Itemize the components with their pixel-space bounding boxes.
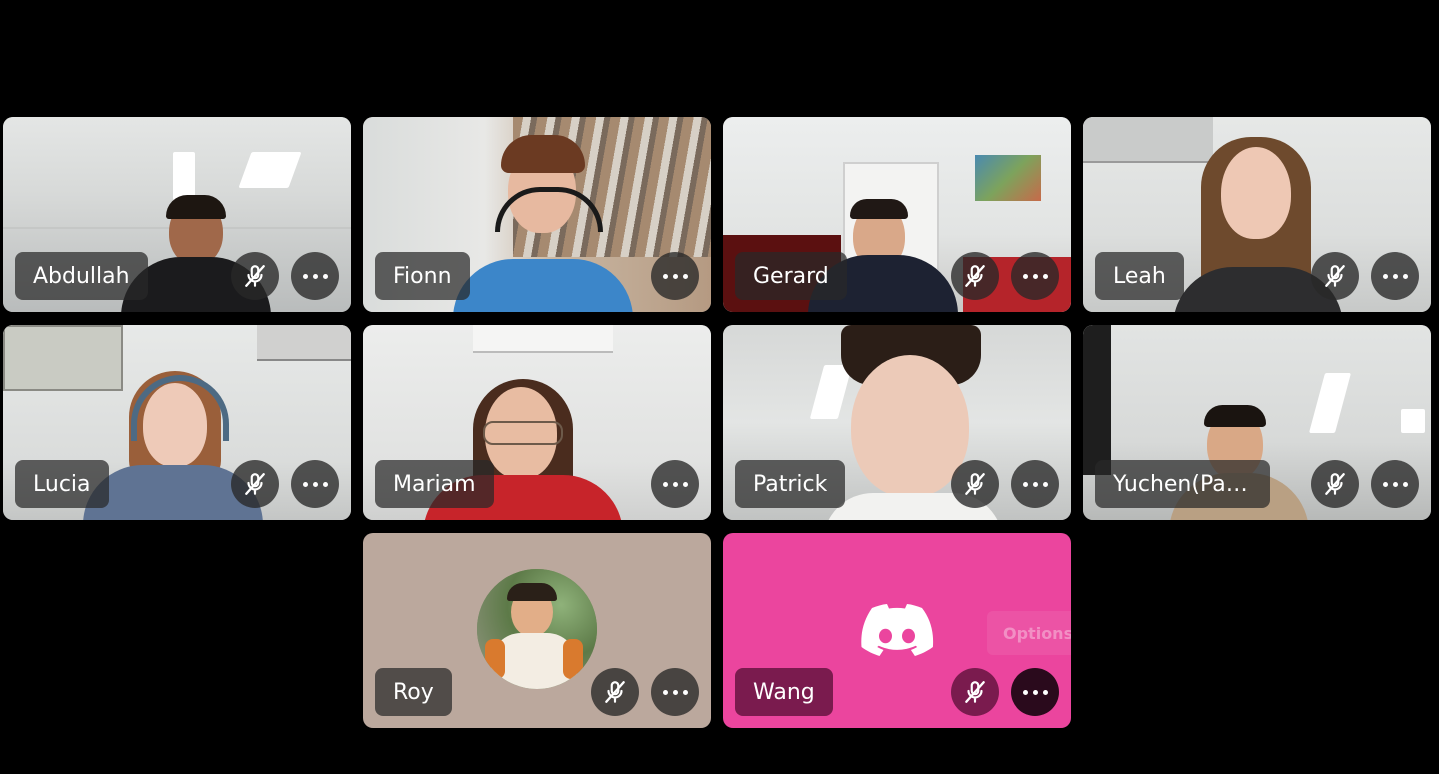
mic-off-icon — [965, 265, 985, 287]
more-options-button[interactable] — [651, 460, 699, 508]
participant-tile-yuchen[interactable]: Yuchen(Padd... — [1083, 325, 1431, 520]
mic-off-icon — [605, 681, 625, 703]
participant-name: Fionn — [375, 252, 470, 300]
mic-off-icon — [1325, 473, 1345, 495]
mute-status-button[interactable] — [231, 460, 279, 508]
more-options-icon — [302, 273, 328, 279]
participant-name: Patrick — [735, 460, 846, 508]
more-options-button[interactable] — [1371, 460, 1419, 508]
participant-name: Lucia — [15, 460, 109, 508]
more-options-button[interactable] — [1011, 252, 1059, 300]
participant-name: Abdullah — [15, 252, 148, 300]
more-options-icon — [1022, 689, 1048, 695]
participant-name: Leah — [1095, 252, 1184, 300]
more-options-icon — [1382, 481, 1408, 487]
participant-tile-roy[interactable]: Roy — [363, 533, 711, 728]
participant-name: Gerard — [735, 252, 847, 300]
participant-tile-lucia[interactable]: Lucia — [3, 325, 351, 520]
mic-off-icon — [965, 681, 985, 703]
more-options-icon — [1382, 273, 1408, 279]
mic-off-icon — [1325, 265, 1345, 287]
options-tooltip: Options — [987, 611, 1071, 655]
participant-name: Wang — [735, 668, 833, 716]
mute-status-button[interactable] — [1311, 252, 1359, 300]
mute-status-button[interactable] — [231, 252, 279, 300]
mute-status-button[interactable] — [1311, 460, 1359, 508]
discord-logo-icon — [861, 604, 934, 656]
more-options-icon — [302, 481, 328, 487]
mic-off-icon — [965, 473, 985, 495]
mute-status-button[interactable] — [951, 252, 999, 300]
video-grid: Abdullah Fionn Gerard Leah Lucia Mariam … — [0, 0, 1439, 774]
mute-status-button[interactable] — [591, 668, 639, 716]
participant-name: Yuchen(Padd... — [1095, 460, 1270, 508]
participant-name: Mariam — [375, 460, 494, 508]
participant-name: Roy — [375, 668, 452, 716]
participant-tile-wang[interactable]: Options Wang — [723, 533, 1071, 728]
more-options-button[interactable] — [291, 460, 339, 508]
more-options-button[interactable] — [1011, 460, 1059, 508]
mute-status-button[interactable] — [951, 668, 999, 716]
participant-tile-abdullah[interactable]: Abdullah — [3, 117, 351, 312]
participant-tile-leah[interactable]: Leah — [1083, 117, 1431, 312]
more-options-icon — [662, 273, 688, 279]
more-options-icon — [662, 481, 688, 487]
more-options-icon — [662, 689, 688, 695]
more-options-button[interactable] — [651, 252, 699, 300]
participant-tile-fionn[interactable]: Fionn — [363, 117, 711, 312]
more-options-icon — [1022, 481, 1048, 487]
participant-tile-patrick[interactable]: Patrick — [723, 325, 1071, 520]
participant-tile-mariam[interactable]: Mariam — [363, 325, 711, 520]
more-options-button[interactable] — [291, 252, 339, 300]
avatar — [477, 569, 597, 689]
mute-status-button[interactable] — [951, 460, 999, 508]
more-options-icon — [1022, 273, 1048, 279]
more-options-button[interactable] — [1011, 668, 1059, 716]
mic-off-icon — [245, 265, 265, 287]
mic-off-icon — [245, 473, 265, 495]
more-options-button[interactable] — [651, 668, 699, 716]
participant-tile-gerard[interactable]: Gerard — [723, 117, 1071, 312]
more-options-button[interactable] — [1371, 252, 1419, 300]
